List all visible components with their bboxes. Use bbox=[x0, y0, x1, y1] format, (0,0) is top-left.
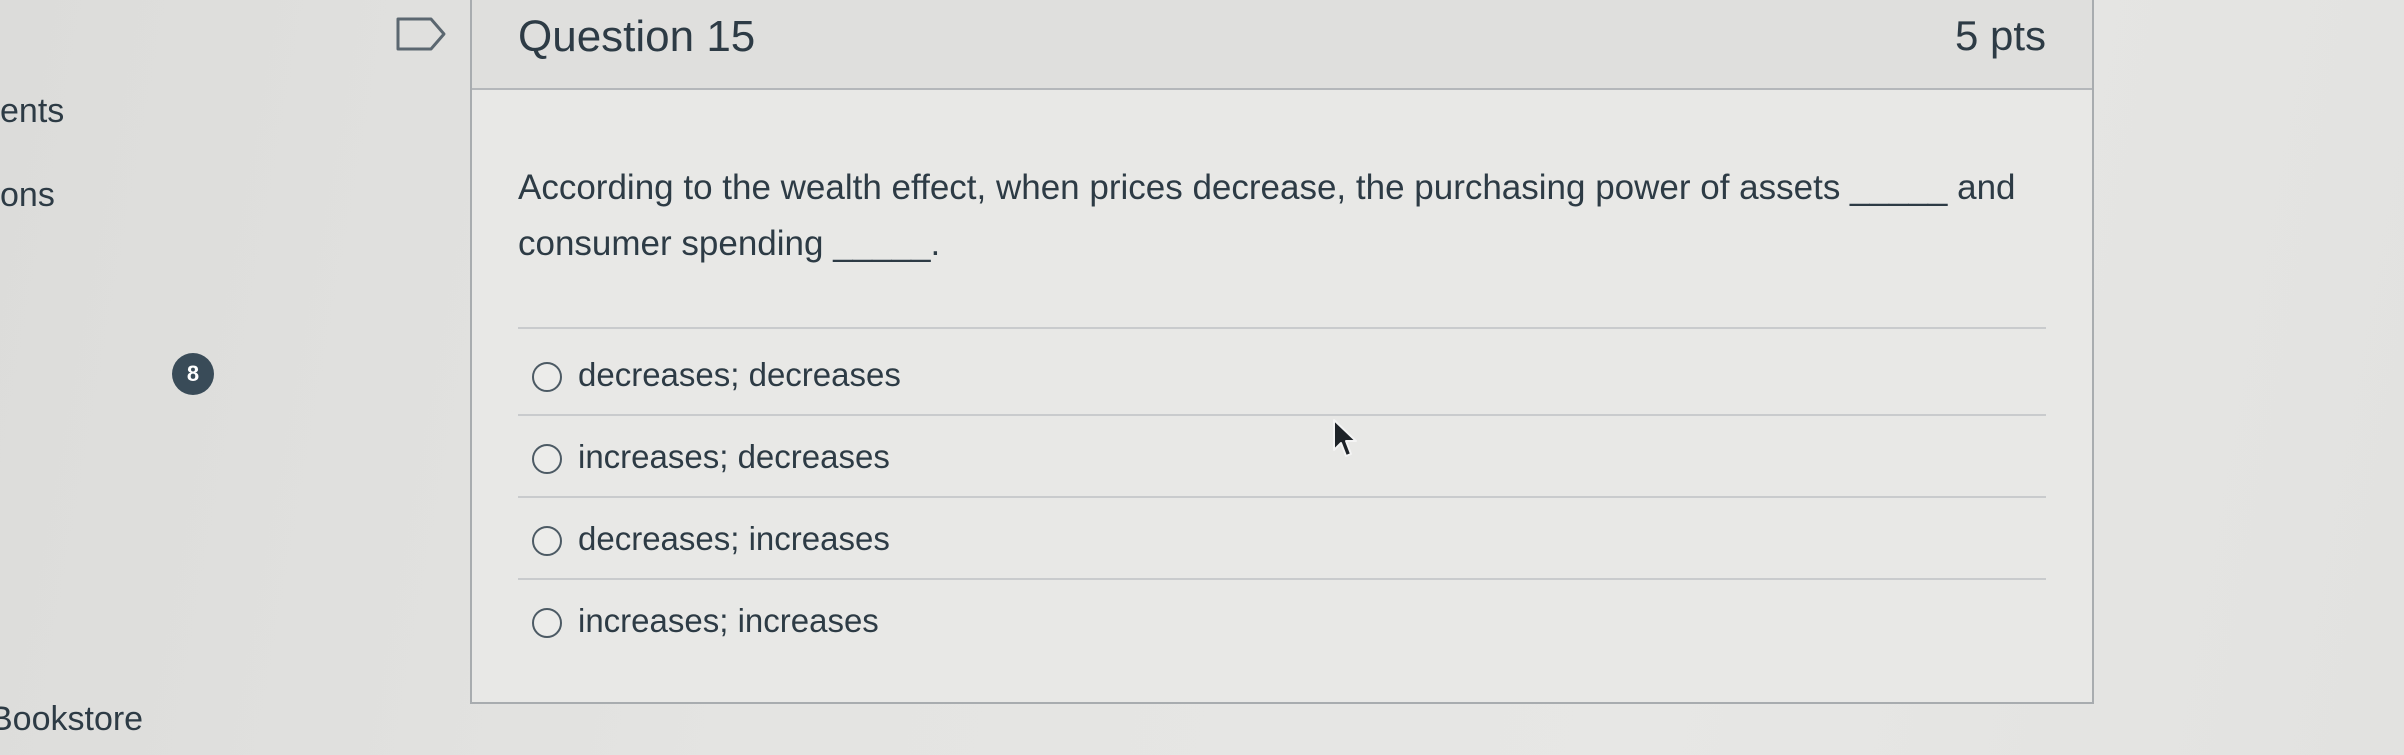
divider bbox=[518, 327, 2046, 329]
answer-option[interactable]: decreases; decreases bbox=[518, 332, 2046, 416]
answer-label[interactable]: increases; increases bbox=[578, 602, 879, 640]
unread-count-badge: 8 bbox=[172, 353, 214, 395]
answer-label[interactable]: decreases; increases bbox=[578, 520, 890, 558]
radio-button[interactable] bbox=[532, 608, 562, 638]
radio-button[interactable] bbox=[532, 444, 562, 474]
answer-option[interactable]: increases; increases bbox=[518, 578, 2046, 660]
answer-label[interactable]: increases; decreases bbox=[578, 438, 890, 476]
question-card: Question 15 5 pts According to the wealt… bbox=[470, 0, 2094, 704]
answer-option[interactable]: decreases; increases bbox=[518, 496, 2046, 580]
sidebar-item-bookstore[interactable]: Bookstore bbox=[0, 700, 143, 739]
question-points: 5 pts bbox=[1954, 12, 2046, 59]
question-title: Question 15 bbox=[518, 12, 756, 61]
answer-option[interactable]: increases; decreases bbox=[518, 414, 2046, 498]
answer-label[interactable]: decreases; decreases bbox=[578, 356, 901, 394]
sidebar-item-assignments[interactable]: ents bbox=[0, 92, 64, 131]
question-text: According to the wealth effect, when pri… bbox=[518, 168, 2016, 263]
mouse-pointer-icon bbox=[1333, 419, 1357, 457]
sidebar-item-discussions[interactable]: ons bbox=[0, 176, 55, 215]
radio-button[interactable] bbox=[532, 526, 562, 556]
flag-outline-icon[interactable] bbox=[395, 16, 447, 52]
question-header: Question 15 5 pts bbox=[472, 0, 2092, 90]
radio-button[interactable] bbox=[532, 362, 562, 392]
